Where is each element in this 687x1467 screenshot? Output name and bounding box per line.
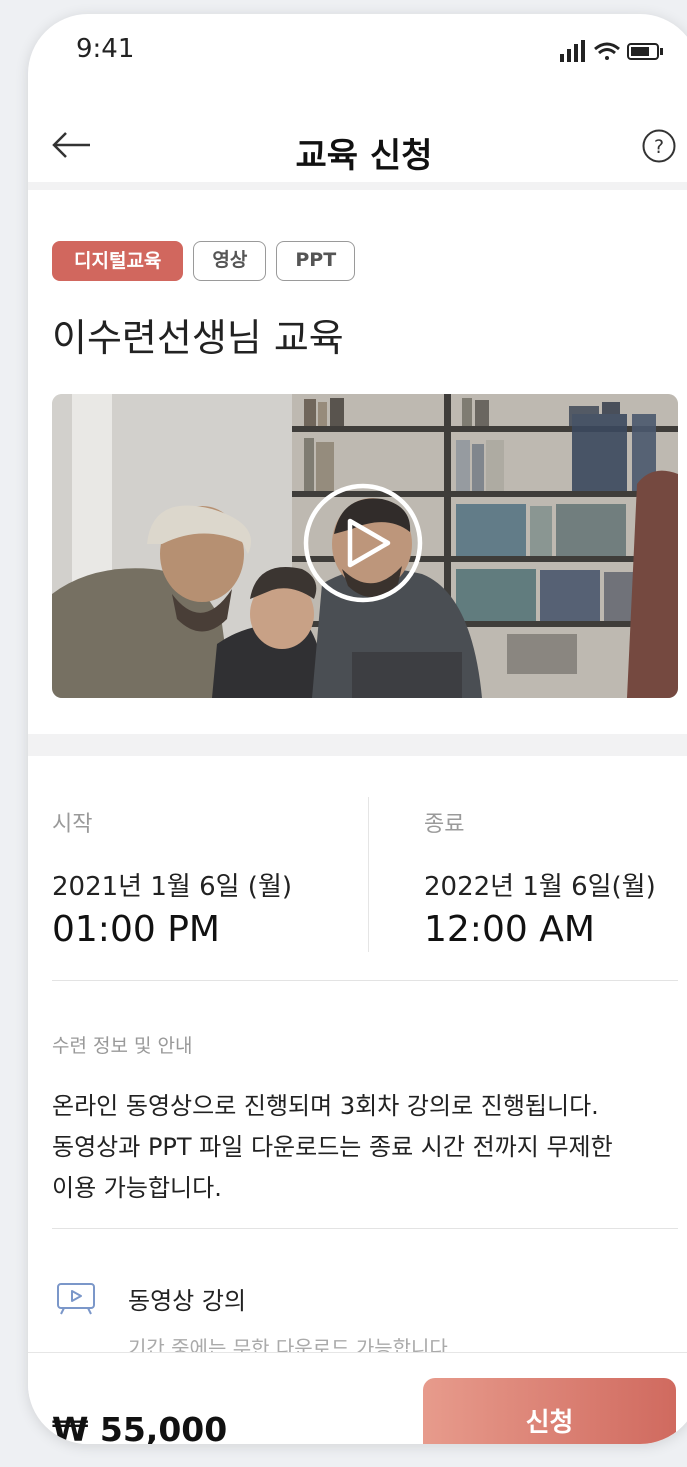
- arrow-left-icon[interactable]: [48, 130, 96, 160]
- status-icons: [560, 40, 663, 62]
- end-label: 종료: [424, 812, 465, 837]
- phone-screen: 9:41 교육 신청 ? 디지털교육 영상 PPT 이수련선생님 교육 시작 2…: [28, 14, 687, 1444]
- question-circle-icon[interactable]: ?: [641, 128, 677, 164]
- top-app-bar: 교육 신청 ?: [28, 94, 687, 194]
- divider: [52, 1228, 678, 1229]
- end-time: 12:00 AM: [424, 909, 595, 950]
- battery-icon: [627, 43, 663, 60]
- column-divider: [368, 797, 369, 952]
- end-date: 2022년 1월 6일(월): [424, 872, 656, 902]
- status-time: 9:41: [76, 34, 135, 64]
- start-date: 2021년 1월 6일 (월): [52, 872, 293, 902]
- tag-ppt: PPT: [276, 241, 356, 281]
- video-player[interactable]: [52, 394, 678, 698]
- info-label: 수련 정보 및 안내: [52, 1035, 193, 1057]
- wifi-icon: [594, 42, 620, 60]
- tag-digital-education: 디지털교육: [52, 241, 184, 281]
- info-description: 온라인 동영상으로 진행되며 3회차 강의로 진행됩니다. 동영상과 PPT 파…: [52, 1086, 672, 1209]
- tag-video: 영상: [193, 241, 267, 281]
- signal-icon: [560, 40, 585, 62]
- start-time: 01:00 PM: [52, 909, 220, 950]
- svg-text:?: ?: [654, 136, 664, 158]
- page-title: 교육 신청: [295, 136, 433, 176]
- section-separator: [28, 182, 687, 190]
- section-separator: [28, 734, 687, 756]
- course-title: 이수련선생님 교육: [52, 316, 344, 360]
- price: ₩ 55,000: [52, 1410, 228, 1444]
- divider: [52, 980, 678, 981]
- start-label: 시작: [52, 812, 93, 837]
- tag-list: 디지털교육 영상 PPT: [52, 241, 356, 281]
- content-item-title: 동영상 강의: [128, 1287, 247, 1315]
- video-lecture-icon: [57, 1283, 95, 1315]
- info-line: 동영상과 PPT 파일 다운로드는 종료 시간 전까지 무제한: [52, 1133, 613, 1161]
- play-circle-icon[interactable]: [302, 482, 424, 604]
- info-line: 이용 가능합니다.: [52, 1174, 222, 1202]
- apply-button[interactable]: 신청: [423, 1378, 676, 1444]
- info-line: 온라인 동영상으로 진행되며 3회차 강의로 진행됩니다.: [52, 1092, 599, 1120]
